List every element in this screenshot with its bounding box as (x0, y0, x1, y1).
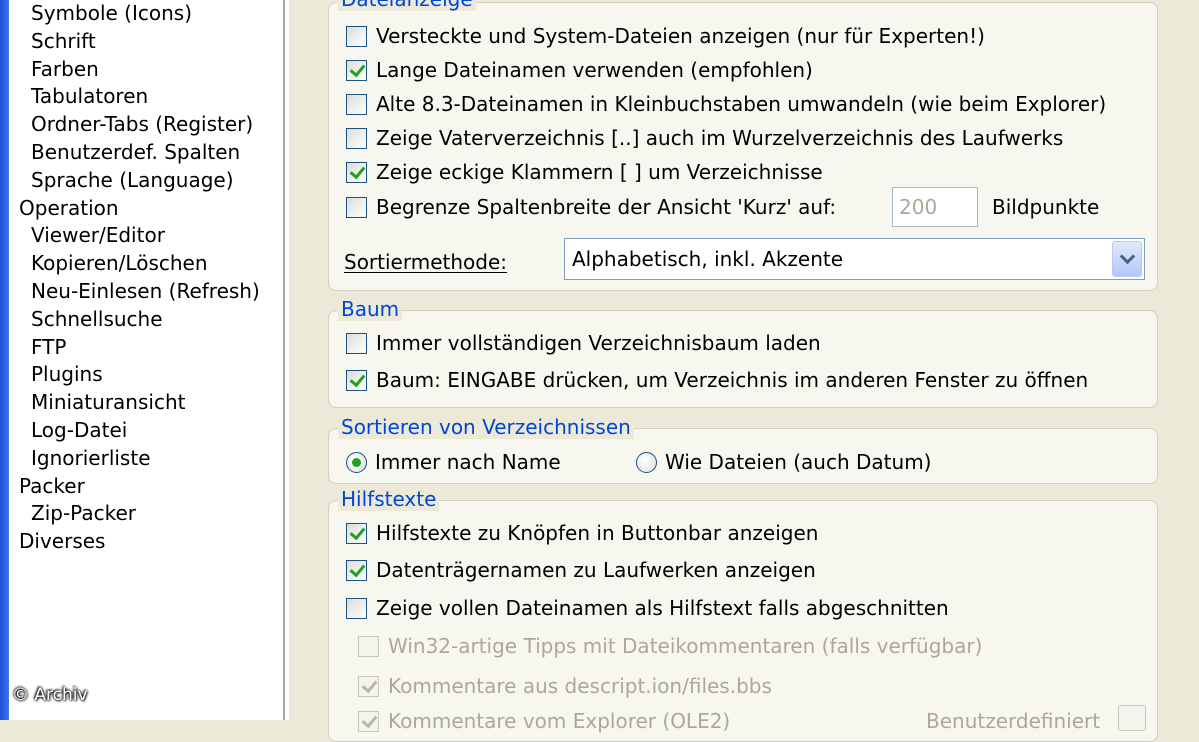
checkbox-box[interactable] (346, 127, 367, 149)
tree-item[interactable]: Miniaturansicht (31, 389, 185, 415)
checkbox-box[interactable] (346, 597, 367, 619)
checkbox-full-name-tip[interactable]: Zeige vollen Dateinamen als Hilfstext fa… (346, 594, 949, 622)
checkbox-long-names[interactable]: Lange Dateinamen verwenden (empfohlen) (346, 56, 813, 84)
checkbox-label: Begrenze Spaltenbreite der Ansicht 'Kurz… (376, 195, 837, 219)
checkbox-label: Lange Dateinamen verwenden (empfohlen) (376, 58, 813, 82)
checkbox-box[interactable] (346, 93, 367, 115)
checkbox-box[interactable] (358, 710, 379, 732)
checkbox-label: Datenträgernamen zu Laufwerken anzeigen (376, 558, 816, 582)
tree-item[interactable]: Ignorierliste (31, 445, 151, 471)
checkbox-label: Baum: EINGABE drücken, um Verzeichnis im… (376, 368, 1089, 392)
checkbox-box[interactable] (346, 522, 367, 544)
tree-item[interactable]: Log-Datei (31, 417, 127, 443)
checkbox-label: Zeige vollen Dateinamen als Hilfstext fa… (376, 596, 949, 620)
checkbox-label: Zeige Vaterverzeichnis [..] auch im Wurz… (376, 126, 1064, 150)
checkbox-explorer-comments[interactable]: Kommentare vom Explorer (OLE2) (358, 707, 730, 735)
radio-by-name[interactable]: Immer nach Name (346, 448, 561, 476)
tree-item[interactable]: Sprache (Language) (31, 167, 234, 193)
checkbox-box[interactable] (346, 559, 367, 581)
radio-circle[interactable] (346, 451, 367, 473)
checkbox-box[interactable] (358, 675, 379, 697)
column-width-input[interactable]: 200 (892, 187, 978, 227)
checkbox-box[interactable] (358, 635, 379, 657)
radio-label: Wie Dateien (auch Datum) (665, 450, 932, 474)
tree-item[interactable]: FTP (31, 334, 66, 360)
user-defined-label: Benutzerdefiniert (926, 709, 1101, 733)
tree-item[interactable]: Diverses (19, 528, 105, 554)
checkbox-box[interactable] (346, 196, 367, 218)
checkbox-win32-tips[interactable]: Win32-artige Tipps mit Dateikommentaren … (358, 632, 982, 660)
tree-item[interactable]: Schnellsuche (31, 306, 163, 332)
tree-left-edge (0, 0, 9, 720)
checkbox-parent-dir[interactable]: Zeige Vaterverzeichnis [..] auch im Wurz… (346, 124, 1063, 152)
radio-label: Immer nach Name (375, 450, 561, 474)
checkbox-descript-comments[interactable]: Kommentare aus descript.ion/files.bbs (358, 672, 772, 700)
group-hilfstexte-legend: Hilfstexte (338, 487, 440, 511)
tree-item[interactable]: Symbole (Icons) (31, 0, 192, 26)
checkbox-label: Alte 8.3-Dateinamen in Kleinbuchstaben u… (376, 92, 1107, 116)
checkbox-label: Win32-artige Tipps mit Dateikommentaren … (388, 634, 983, 658)
checkbox-box[interactable] (346, 369, 367, 391)
checkbox-label: Zeige eckige Klammern [ ] um Verzeichnis… (376, 160, 823, 184)
settings-tree: Symbole (Icons) Schrift Farben Tabulatoren O… (0, 0, 289, 720)
checkbox-full-tree[interactable]: Immer vollständigen Verzeichnisbaum lade… (346, 329, 821, 357)
checkbox-volume-names[interactable]: Datenträgernamen zu Laufwerken anzeigen (346, 556, 816, 584)
tree-item[interactable]: Benutzerdef. Spalten (31, 139, 240, 165)
radio-circle[interactable] (636, 451, 657, 473)
sort-method-value: Alphabetisch, inkl. Akzente (572, 247, 844, 271)
checkbox-label: Kommentare aus descript.ion/files.bbs (388, 674, 772, 698)
checkbox-limit-width[interactable]: Begrenze Spaltenbreite der Ansicht 'Kurz… (346, 193, 836, 221)
checkbox-label: Immer vollständigen Verzeichnisbaum lade… (376, 331, 821, 355)
checkbox-label: Hilfstexte zu Knöpfen in Buttonbar anzei… (376, 521, 819, 545)
radio-like-files[interactable]: Wie Dateien (auch Datum) (636, 448, 931, 476)
group-sortieren-legend: Sortieren von Verzeichnissen (338, 415, 634, 439)
tree-item[interactable]: Ordner-Tabs (Register) (31, 111, 253, 137)
user-defined-button[interactable] (1118, 705, 1146, 731)
group-dateianzeige-legend: Dateianzeige (338, 0, 476, 11)
checkbox-box[interactable] (346, 25, 367, 47)
group-baum-legend: Baum (338, 297, 403, 321)
checkbox-label: Versteckte und System-Dateien anzeigen (… (376, 24, 985, 48)
column-width-unit: Bildpunkte (992, 195, 1100, 219)
tree-item[interactable]: Packer (19, 473, 85, 499)
sort-method-select[interactable]: Alphabetisch, inkl. Akzente (564, 238, 1145, 280)
checkbox-box[interactable] (346, 332, 367, 354)
tree-item[interactable]: Operation (19, 195, 119, 221)
checkbox-show-hidden[interactable]: Versteckte und System-Dateien anzeigen (… (346, 22, 985, 50)
settings-pane: Dateianzeige Versteckte und System-Datei… (290, 0, 1199, 742)
checkbox-enter-open[interactable]: Baum: EINGABE drücken, um Verzeichnis im… (346, 366, 1088, 394)
sort-method-label: Sortiermethode: (344, 250, 508, 274)
checkbox-box[interactable] (346, 59, 367, 81)
checkbox-lowercase-83[interactable]: Alte 8.3-Dateinamen in Kleinbuchstaben u… (346, 90, 1106, 118)
tree-item[interactable]: Neu-Einlesen (Refresh) (31, 278, 260, 304)
tree-item[interactable]: Schrift (31, 28, 96, 54)
tree-border (283, 0, 285, 720)
tree-item[interactable]: Viewer/Editor (31, 222, 165, 248)
chevron-down-icon[interactable] (1112, 241, 1142, 277)
checkbox-box[interactable] (346, 161, 367, 183)
tree-item[interactable]: Zip-Packer (31, 500, 136, 526)
tree-item[interactable]: Plugins (31, 361, 103, 387)
tree-item[interactable]: Farben (31, 56, 99, 82)
checkbox-brackets[interactable]: Zeige eckige Klammern [ ] um Verzeichnis… (346, 158, 823, 186)
tree-item[interactable]: Tabulatoren (31, 83, 148, 109)
checkbox-label: Kommentare vom Explorer (OLE2) (388, 709, 731, 733)
tree-item[interactable]: Kopieren/Löschen (31, 250, 208, 276)
checkbox-buttonbar-tips[interactable]: Hilfstexte zu Knöpfen in Buttonbar anzei… (346, 519, 818, 547)
watermark: © Archiv (12, 685, 88, 705)
